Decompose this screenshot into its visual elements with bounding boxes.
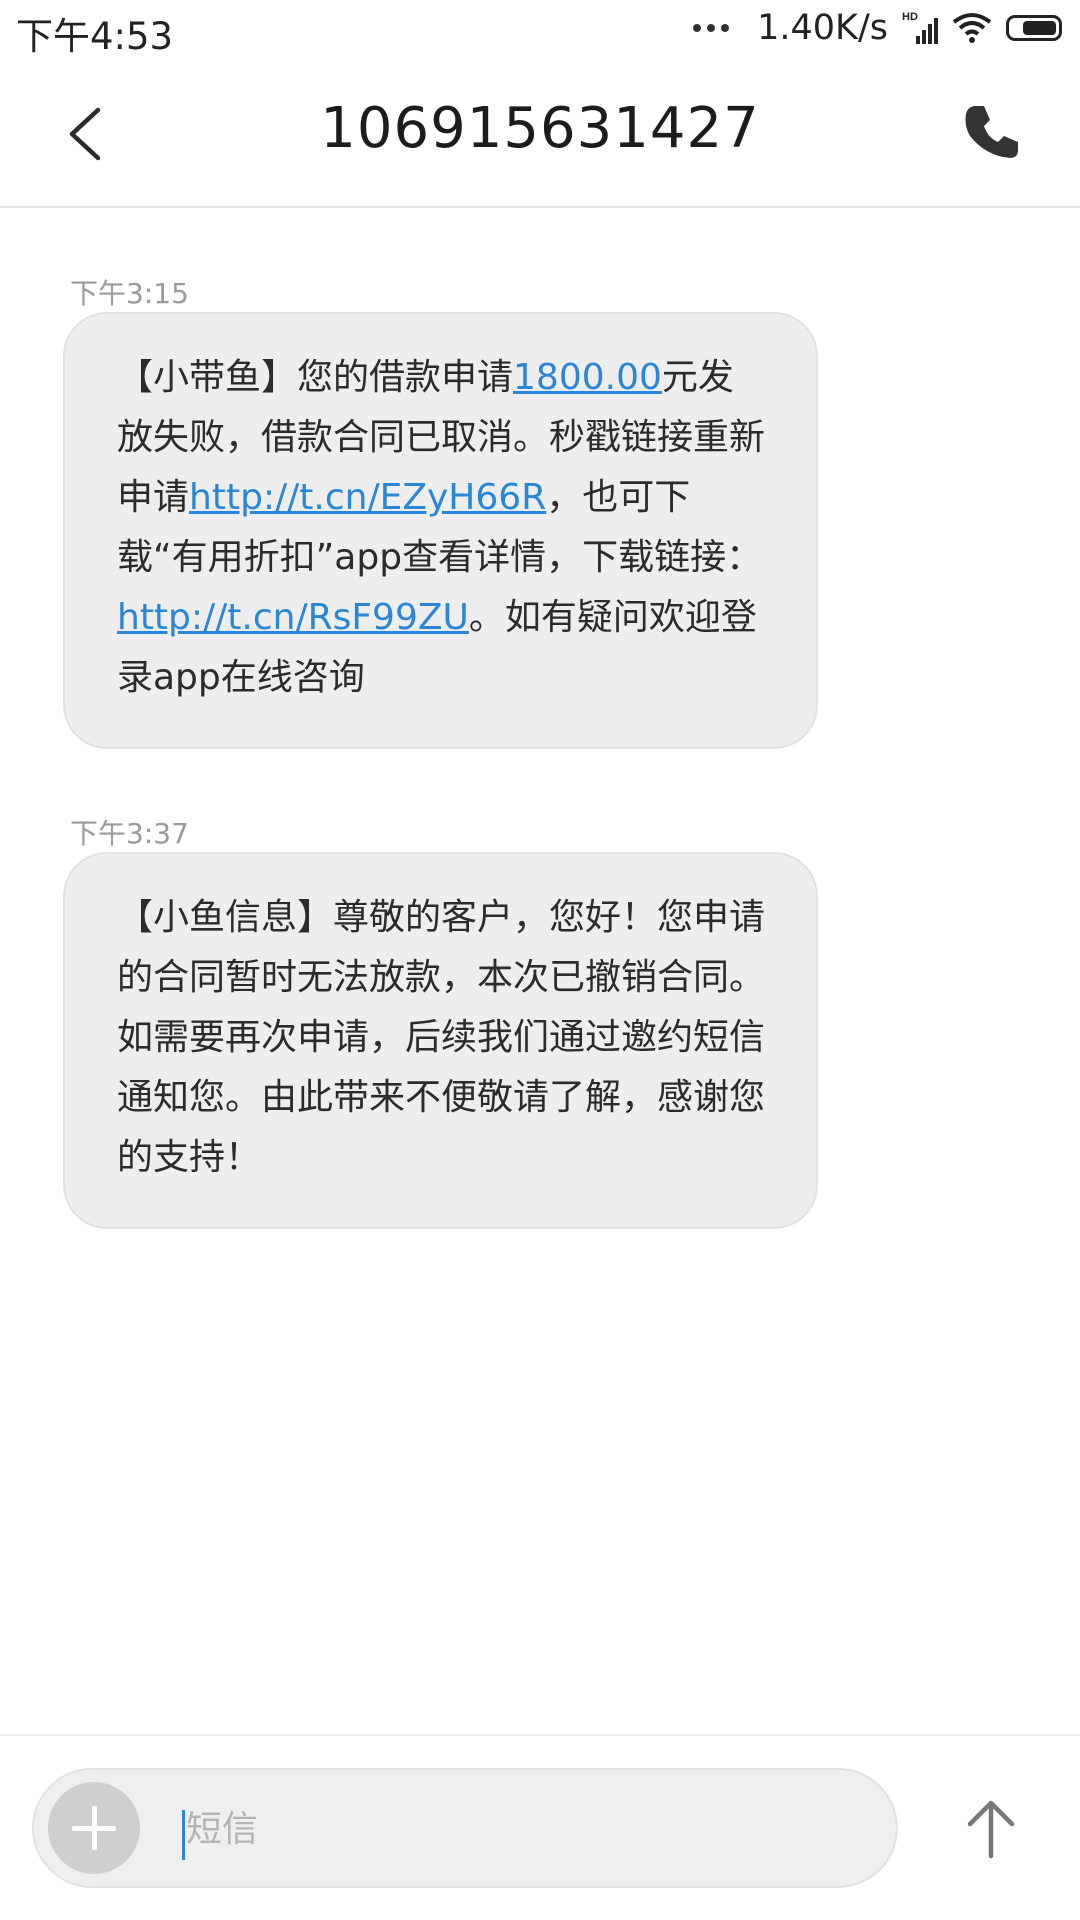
phone-icon[interactable] bbox=[960, 100, 1024, 164]
message-text: 【小鱼信息】尊敬的客户，您好！您申请的合同暂时无法放款，本次已撤销合同。如需要再… bbox=[117, 897, 766, 1178]
composer-bar bbox=[0, 1734, 1080, 1920]
arrow-up-icon[interactable] bbox=[960, 1798, 1022, 1860]
status-bar: 下午4:53 1.40K/s HD bbox=[0, 0, 1080, 60]
contact-title: 106915631427 bbox=[320, 96, 760, 161]
network-speed: 1.40K/s bbox=[757, 8, 888, 48]
message-timestamp: 下午3:37 bbox=[70, 817, 189, 850]
message-input-container[interactable] bbox=[32, 1768, 898, 1888]
status-time: 下午4:53 bbox=[16, 15, 174, 58]
more-dots-icon bbox=[693, 24, 730, 32]
signal-icon: HD bbox=[902, 11, 938, 44]
status-icons: 1.40K/s HD bbox=[693, 6, 1062, 50]
battery-icon bbox=[1006, 15, 1062, 41]
url-link[interactable]: http://t.cn/EZyH66R bbox=[189, 477, 546, 518]
wifi-icon bbox=[952, 13, 992, 43]
conversation-header: 106915631427 bbox=[0, 60, 1080, 208]
amount-link[interactable]: 1800.00 bbox=[513, 357, 662, 398]
message-bubble[interactable]: 【小带鱼】您的借款申请1800.00元发放失败，借款合同已取消。秒戳链接重新申请… bbox=[63, 312, 818, 749]
message-bubble[interactable]: 【小鱼信息】尊敬的客户，您好！您申请的合同暂时无法放款，本次已撤销合同。如需要再… bbox=[63, 852, 818, 1229]
url-link[interactable]: http://t.cn/RsF99ZU bbox=[117, 597, 469, 638]
plus-icon[interactable] bbox=[48, 1782, 140, 1874]
message-text: 【小带鱼】您的借款申请 bbox=[117, 357, 514, 398]
message-input[interactable] bbox=[184, 1798, 868, 1860]
message-timestamp: 下午3:15 bbox=[70, 277, 189, 310]
network-type-label: HD bbox=[902, 11, 918, 23]
